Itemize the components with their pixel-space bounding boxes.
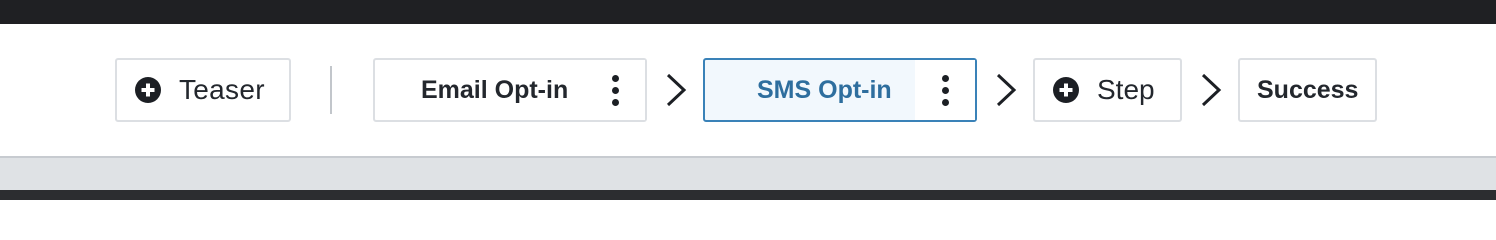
top-bar: [0, 0, 1496, 24]
funnel-step-bar: Teaser Email Opt-in SMS Opt-in Step Succ…: [0, 24, 1496, 156]
teaser-label: Teaser: [179, 74, 265, 105]
plus-circle-icon: [135, 77, 161, 103]
email-opt-in-menu-icon[interactable]: [585, 60, 645, 120]
editor-bottom-bar: [0, 190, 1496, 200]
chevron-right-icon: [996, 73, 1017, 107]
add-teaser-button[interactable]: Teaser: [115, 58, 291, 122]
plus-circle-icon: [1053, 77, 1079, 103]
sms-opt-in-menu-icon[interactable]: [915, 60, 975, 120]
chevron-right-icon: [666, 73, 687, 107]
sms-opt-in-label: SMS Opt-in: [757, 75, 892, 104]
email-opt-in-label: Email Opt-in: [421, 75, 569, 104]
add-step-button[interactable]: Step: [1033, 58, 1182, 122]
success-label: Success: [1257, 75, 1359, 104]
step-sms-opt-in[interactable]: SMS Opt-in: [703, 58, 977, 122]
chevron-right-icon: [1201, 73, 1222, 107]
editor-canvas-area: [0, 156, 1496, 190]
step-email-opt-in[interactable]: Email Opt-in: [373, 58, 647, 122]
teaser-divider: [330, 66, 332, 114]
step-success[interactable]: Success: [1238, 58, 1377, 122]
add-step-label: Step: [1097, 74, 1155, 105]
